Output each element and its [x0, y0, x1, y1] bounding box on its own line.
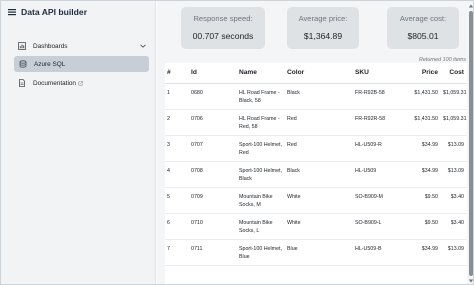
brand[interactable]: Data API builder — [7, 7, 87, 17]
table-row[interactable]: 7 0711 Sport-100 Helmet, Blue Blue HL-U5… — [165, 239, 467, 266]
cell-cost: $3.40 — [441, 213, 467, 240]
cell-price: $9.50 — [405, 187, 441, 214]
sidebar: Data API builder Dashboards Azure SQL Do… — [1, 1, 156, 284]
cell-color: Red — [285, 135, 353, 162]
cell-color: Blue — [285, 239, 353, 266]
cell-cost: $3.40 — [441, 187, 467, 214]
cell-id: 0706 — [189, 109, 237, 136]
document-icon — [19, 79, 25, 87]
cell-price: $34.99 — [405, 135, 441, 162]
cell-index: 2 — [165, 109, 189, 136]
cell-id: 0707 — [189, 135, 237, 162]
stat-value: 00.707 seconds — [192, 31, 254, 41]
brand-title: Data API builder — [21, 7, 88, 17]
stat-card-response-speed: Response speed: 00.707 seconds — [181, 7, 265, 49]
table-row[interactable]: 3 0707 Sport-100 Helmet, Red Red HL-U509… — [165, 135, 467, 162]
sidebar-item-dashboards[interactable]: Dashboards — [14, 38, 149, 54]
table-header-row: # Id Name Color SKU Price Cost — [165, 63, 467, 84]
stat-card-average-price: Average price: $1,364.89 — [287, 7, 359, 49]
cell-index: 1 — [165, 83, 189, 110]
cell-color: Black — [285, 83, 353, 110]
cell-index: 4 — [165, 161, 189, 188]
cell-price: $34.99 — [405, 161, 441, 188]
cell-name: Mountain Bike Socks, L — [237, 213, 285, 240]
cell-name: Mountain Bike Socks, M — [237, 187, 285, 214]
table-row[interactable]: 5 0709 Mountain Bike Socks, M White SO-B… — [165, 187, 467, 214]
cell-index: 3 — [165, 135, 189, 162]
cell-index: 6 — [165, 213, 189, 240]
cell-name: HL Road Frame - Red, 58 — [237, 109, 285, 136]
cell-name: Sport-100 Helmet, Blue — [237, 239, 285, 266]
main-content: Response speed: 00.707 seconds Average p… — [157, 1, 474, 284]
column-header-price[interactable]: Price — [405, 63, 441, 84]
column-header-name[interactable]: Name — [237, 63, 285, 84]
cell-id: 0708 — [189, 161, 237, 188]
cell-id: 0710 — [189, 213, 237, 240]
external-link-icon — [78, 80, 83, 85]
cell-color: White — [285, 187, 353, 214]
cell-cost: $1,059.31 — [441, 109, 467, 136]
cell-sku: SO-B909-L — [353, 213, 405, 240]
cell-color: White — [285, 213, 353, 240]
cell-price: $1,431.50 — [405, 83, 441, 110]
cell-sku: FR-R92R-58 — [353, 109, 405, 136]
cell-sku: HL-U509-R — [353, 135, 405, 162]
cell-id: 0711 — [189, 239, 237, 266]
table-row[interactable]: 1 0680 HL Road Frame - Black, 58 Black F… — [165, 83, 467, 110]
cell-id: 0680 — [189, 83, 237, 110]
cell-price: $1,431.50 — [405, 109, 441, 136]
column-header-id[interactable]: Id — [189, 63, 237, 84]
chevron-down-icon[interactable] — [139, 42, 147, 50]
app-window: Data API builder Dashboards Azure SQL Do… — [0, 0, 474, 285]
cell-cost: $1,059.31 — [441, 83, 467, 110]
cell-id: 0709 — [189, 187, 237, 214]
sidebar-item-label: Azure SQL — [34, 60, 66, 68]
table-row[interactable]: 6 0710 Mountain Bike Socks, L White SO-B… — [165, 213, 467, 240]
sidebar-item-documentation[interactable]: Documentation — [14, 75, 149, 91]
scroll-up-arrow-icon[interactable] — [468, 3, 474, 9]
column-header-sku[interactable]: SKU — [353, 63, 405, 84]
products-table: # Id Name Color SKU Price Cost 1 0680 HL… — [165, 63, 467, 266]
cell-sku: SO-B909-M — [353, 187, 405, 214]
stat-label: Average cost: — [399, 14, 447, 23]
cell-index: 7 — [165, 239, 189, 266]
stat-value: $805.01 — [407, 31, 439, 41]
stat-label: Average price: — [298, 14, 348, 23]
cell-cost: $13.09 — [441, 135, 467, 162]
cell-cost: $13.09 — [441, 239, 467, 266]
cell-index: 5 — [165, 187, 189, 214]
column-header-index[interactable]: # — [165, 63, 189, 84]
cell-sku: HL-U509-B — [353, 239, 405, 266]
sidebar-item-label: Dashboards — [33, 42, 68, 50]
cell-name: HL Road Frame - Black, 58 — [237, 83, 285, 110]
sidebar-item-azure-sql[interactable]: Azure SQL — [14, 56, 149, 72]
scroll-down-arrow-icon[interactable] — [468, 278, 474, 284]
cell-color: Black — [285, 161, 353, 188]
products-table-container: # Id Name Color SKU Price Cost 1 0680 HL… — [165, 63, 467, 284]
dashboard-icon — [18, 42, 26, 50]
cell-price: $9.50 — [405, 213, 441, 240]
cell-sku: HL-U509 — [353, 161, 405, 188]
database-icon — [19, 60, 27, 68]
stat-label: Response speed: — [193, 14, 253, 23]
cell-cost: $13.09 — [441, 161, 467, 188]
vertical-scrollbar[interactable] — [467, 1, 474, 284]
table-row[interactable]: 4 0708 Sport-100 Helmet, Black Black HL-… — [165, 161, 467, 188]
cell-sku: FR-R92B-58 — [353, 83, 405, 110]
cell-name: Sport-100 Helmet, Red — [237, 135, 285, 162]
cell-price: $34.99 — [405, 239, 441, 266]
stat-card-average-cost: Average cost: $805.01 — [387, 7, 459, 49]
cell-color: Red — [285, 109, 353, 136]
scrollbar-thumb[interactable] — [469, 11, 473, 276]
table-row[interactable]: 2 0706 HL Road Frame - Red, 58 Red FR-R9… — [165, 109, 467, 136]
column-header-cost[interactable]: Cost — [441, 63, 467, 84]
cell-name: Sport-100 Helmet, Black — [237, 161, 285, 188]
hamburger-icon[interactable] — [7, 7, 17, 17]
column-header-color[interactable]: Color — [285, 63, 353, 84]
stat-value: $1,364.89 — [303, 31, 343, 41]
sidebar-item-label: Documentation — [33, 79, 76, 87]
